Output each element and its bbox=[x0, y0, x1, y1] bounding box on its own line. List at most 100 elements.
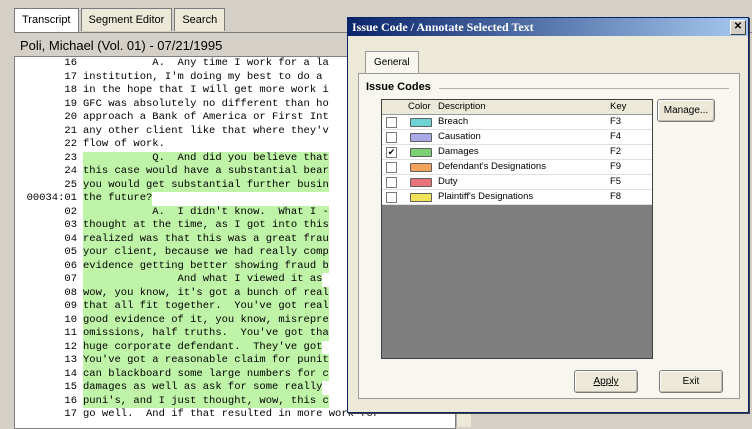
line-number: 04 bbox=[64, 232, 77, 245]
tab-general[interactable]: General bbox=[365, 51, 419, 74]
line-number: 12 bbox=[64, 340, 77, 353]
apply-button[interactable]: Apply bbox=[574, 370, 638, 393]
line-number: 23 bbox=[64, 151, 77, 164]
line-text[interactable]: approach a Bank of America or First Int bbox=[83, 111, 329, 125]
line-text[interactable]: You've got a reasonable claim for punit bbox=[83, 354, 329, 368]
line-text[interactable]: institution, I'm doing my best to do a bbox=[83, 71, 322, 85]
line-number: 15 bbox=[64, 381, 77, 393]
column-header-description[interactable]: Description bbox=[438, 100, 486, 114]
line-text[interactable]: damages as well as ask for some really bbox=[83, 381, 323, 395]
line-text[interactable]: A. I didn't know. What I - bbox=[83, 205, 329, 219]
line-number: 09 bbox=[64, 300, 77, 312]
tab-segment-editor[interactable]: Segment Editor bbox=[80, 8, 173, 31]
issue-code-row[interactable]: ✔ Damages F2 bbox=[382, 145, 652, 160]
line-text[interactable]: flow of work. bbox=[83, 138, 165, 152]
close-button[interactable]: ✕ bbox=[730, 20, 746, 35]
color-swatch bbox=[410, 163, 432, 172]
line-number: 22 bbox=[64, 138, 77, 150]
line-text[interactable]: A. Any time I work for a la bbox=[83, 57, 328, 71]
line-number: 10 bbox=[64, 313, 77, 326]
issue-code-checkbox[interactable] bbox=[386, 177, 397, 188]
issue-code-description: Breach bbox=[438, 116, 469, 127]
tab-search[interactable]: Search bbox=[174, 8, 226, 31]
tab-strip: Transcript Segment Editor Search bbox=[14, 8, 227, 33]
line-text[interactable]: can blackboard some large numbers for c bbox=[83, 367, 329, 381]
line-number: 06 bbox=[64, 259, 77, 272]
issue-code-row[interactable]: Duty F5 bbox=[382, 175, 652, 190]
line-text[interactable]: thought at the time, as I got into this bbox=[83, 219, 329, 233]
dialog-titlebar[interactable]: Issue Code / Annotate Selected Text ✕ bbox=[348, 18, 748, 36]
line-text[interactable]: that all fit together. You've got real bbox=[83, 300, 329, 314]
issue-code-key: F3 bbox=[610, 116, 622, 127]
issue-code-checkbox[interactable]: ✔ bbox=[386, 147, 397, 158]
case-title: Poli, Michael (Vol. 01) - 07/21/1995 bbox=[20, 38, 223, 53]
issue-code-checkbox[interactable] bbox=[386, 192, 397, 203]
issue-code-description: Duty bbox=[438, 176, 458, 187]
issue-code-description: Defendant's Designations bbox=[438, 161, 546, 172]
tab-transcript[interactable]: Transcript bbox=[14, 8, 79, 33]
line-number: 16 bbox=[64, 57, 77, 69]
issue-code-checkbox[interactable] bbox=[386, 117, 397, 128]
line-number: 00034:01 bbox=[26, 192, 77, 204]
line-text[interactable]: go well. And if that resulted in more wo… bbox=[83, 408, 379, 422]
issue-code-checkbox[interactable] bbox=[386, 132, 397, 143]
line-text[interactable]: And what I viewed it as bbox=[83, 273, 323, 287]
issue-code-key: F4 bbox=[610, 131, 622, 142]
issue-code-checkbox[interactable] bbox=[386, 162, 397, 173]
close-icon: ✕ bbox=[733, 21, 743, 32]
line-text[interactable]: evidence getting better showing fraud b bbox=[83, 259, 329, 273]
section-divider bbox=[439, 88, 729, 89]
column-header-color[interactable]: Color bbox=[408, 100, 431, 114]
line-text[interactable]: you would get substantial further busin bbox=[83, 178, 329, 192]
line-number: 02 bbox=[64, 205, 77, 218]
issue-code-key: F9 bbox=[610, 161, 622, 172]
issue-codes-label: Issue Codes bbox=[366, 81, 431, 93]
line-text[interactable]: wow, you know, it's got a bunch of real bbox=[83, 286, 329, 300]
line-text[interactable]: GFC was absolutely no different than ho bbox=[83, 98, 329, 112]
line-text[interactable]: Q. And did you believe that bbox=[83, 151, 329, 165]
line-text[interactable]: realized was that this was a great frau bbox=[83, 232, 329, 246]
color-swatch bbox=[410, 133, 432, 142]
line-text[interactable]: in the hope that I will get more work i bbox=[83, 84, 329, 98]
exit-button[interactable]: Exit bbox=[659, 370, 723, 393]
column-header-key[interactable]: Key bbox=[610, 100, 626, 114]
issue-code-key: F8 bbox=[610, 191, 622, 202]
table-header: Color Description Key bbox=[382, 100, 652, 115]
line-text[interactable]: omissions, half truths. You've got tha bbox=[83, 327, 329, 341]
line-number: 16 bbox=[64, 394, 77, 407]
issue-code-row[interactable]: Causation F4 bbox=[382, 130, 652, 145]
line-number: 07 bbox=[64, 273, 77, 285]
line-number: 18 bbox=[64, 84, 77, 96]
color-swatch bbox=[410, 178, 432, 187]
line-number: 03 bbox=[64, 219, 77, 231]
line-text[interactable]: good evidence of it, you know, misrepre bbox=[83, 313, 329, 327]
color-swatch bbox=[410, 118, 432, 127]
line-text[interactable]: your client, because we had really comp bbox=[83, 246, 329, 260]
manage-button[interactable]: Manage... bbox=[657, 99, 715, 122]
issue-code-dialog: Issue Code / Annotate Selected Text ✕ Ge… bbox=[347, 17, 749, 413]
line-text[interactable]: puni's, and I just thought, wow, this c bbox=[83, 394, 329, 408]
line-number: 20 bbox=[64, 111, 77, 123]
issue-code-row[interactable]: Defendant's Designations F9 bbox=[382, 160, 652, 175]
line-number: 24 bbox=[64, 165, 77, 177]
line-number: 17 bbox=[64, 408, 77, 420]
line-number: 14 bbox=[64, 367, 77, 380]
line-text[interactable]: the future? bbox=[83, 192, 153, 206]
line-number: 21 bbox=[64, 124, 77, 137]
issue-code-row[interactable]: Plaintiff's Designations F8 bbox=[382, 190, 652, 205]
color-swatch bbox=[410, 148, 432, 157]
table-body: Breach F3 Causation F4 ✔ Damages F2 Defendant's… bbox=[382, 115, 652, 205]
issue-codes-table: Color Description Key Breach F3 Causation F… bbox=[381, 99, 653, 359]
issue-code-row[interactable]: Breach F3 bbox=[382, 115, 652, 130]
line-number: 13 bbox=[64, 354, 77, 366]
line-text[interactable]: any other client like that where they'v bbox=[83, 125, 329, 139]
issue-code-key: F2 bbox=[610, 146, 622, 157]
line-number: 08 bbox=[64, 286, 77, 299]
line-text[interactable]: huge corporate defendant. They've got bbox=[83, 340, 323, 354]
line-text[interactable]: this case would have a substantial bear bbox=[83, 165, 329, 179]
line-number: 17 bbox=[64, 70, 77, 83]
dialog-title: Issue Code / Annotate Selected Text bbox=[352, 20, 534, 34]
line-number: 25 bbox=[64, 178, 77, 191]
issue-code-description: Damages bbox=[438, 146, 479, 157]
issue-code-description: Plaintiff's Designations bbox=[438, 191, 534, 202]
